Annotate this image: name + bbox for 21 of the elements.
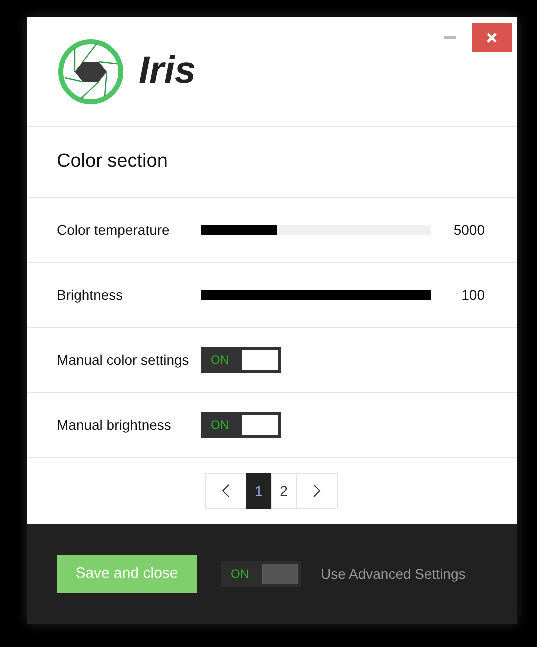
page-button[interactable]: 1: [246, 473, 272, 509]
page-button[interactable]: 2: [271, 473, 297, 509]
app-title: Iris: [139, 49, 196, 94]
slider-value: 5000: [452, 220, 485, 240]
setting-label: Color temperature: [57, 220, 171, 240]
aperture-logo-icon: [57, 38, 125, 106]
slider-track[interactable]: [201, 225, 431, 235]
setting-label: Manual brightness: [57, 416, 172, 435]
section-title: Color section: [27, 127, 517, 198]
setting-label: Manual color settings: [57, 350, 190, 370]
setting-label: Brightness: [57, 286, 124, 305]
previous-page-button[interactable]: [205, 473, 247, 509]
toggle-switch[interactable]: ON: [201, 347, 281, 373]
toggle-switch[interactable]: ON: [201, 412, 281, 438]
toggle-switch[interactable]: ON: [221, 561, 301, 587]
chevron-left-icon: [222, 484, 230, 498]
chevron-right-icon: [313, 484, 321, 498]
switch-label: Use Advanced Settings: [321, 564, 466, 584]
slider-value: 100: [460, 286, 485, 304]
close-button[interactable]: [472, 23, 512, 52]
close-icon: [487, 32, 497, 42]
